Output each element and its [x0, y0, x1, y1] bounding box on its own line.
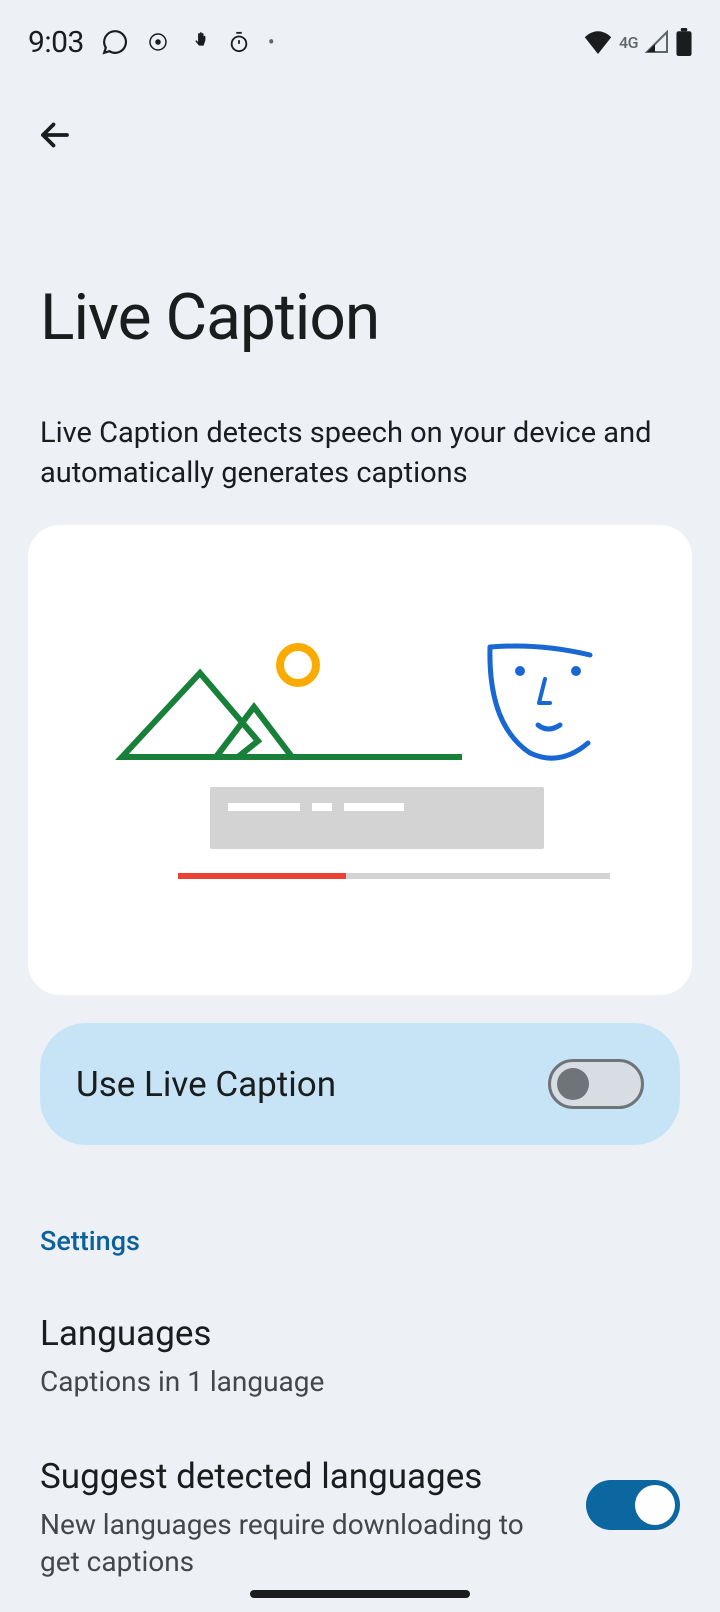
use-live-caption-toggle[interactable]: Use Live Caption — [40, 1023, 680, 1145]
toggle-switch-on[interactable] — [586, 1480, 680, 1530]
caption-illustration — [28, 525, 692, 995]
status-left: 9:03 • — [28, 25, 275, 60]
toggle-switch-off[interactable] — [548, 1059, 644, 1109]
section-header-settings: Settings — [40, 1225, 680, 1257]
main-toggle-label: Use Live Caption — [76, 1064, 336, 1105]
status-bar: 9:03 • — [0, 0, 720, 70]
timer-icon — [228, 29, 250, 55]
wifi-icon — [583, 30, 613, 54]
suggest-subtitle: New languages require downloading to get… — [40, 1507, 566, 1580]
status-right: 4G — [583, 28, 692, 56]
hand-icon — [188, 30, 210, 54]
navigation-handle[interactable] — [250, 1590, 470, 1598]
page-description: Live Caption detects speech on your devi… — [40, 413, 680, 493]
more-icon: • — [268, 30, 275, 54]
languages-title: Languages — [40, 1313, 680, 1354]
status-time: 9:03 — [28, 25, 84, 60]
back-button[interactable] — [30, 110, 80, 160]
record-icon — [146, 30, 170, 54]
illustration-card — [28, 525, 692, 995]
network-label: 4G — [619, 33, 638, 52]
page-title: Live Caption — [40, 280, 680, 355]
suggest-title: Suggest detected languages — [40, 1456, 566, 1497]
arrow-left-icon — [37, 117, 73, 153]
setting-languages[interactable]: Languages Captions in 1 language — [40, 1313, 680, 1400]
setting-suggest-languages[interactable]: Suggest detected languages New languages… — [40, 1456, 680, 1580]
battery-icon — [676, 28, 692, 56]
languages-subtitle: Captions in 1 language — [40, 1364, 680, 1400]
whatsapp-icon — [102, 29, 128, 55]
signal-icon — [644, 30, 670, 54]
